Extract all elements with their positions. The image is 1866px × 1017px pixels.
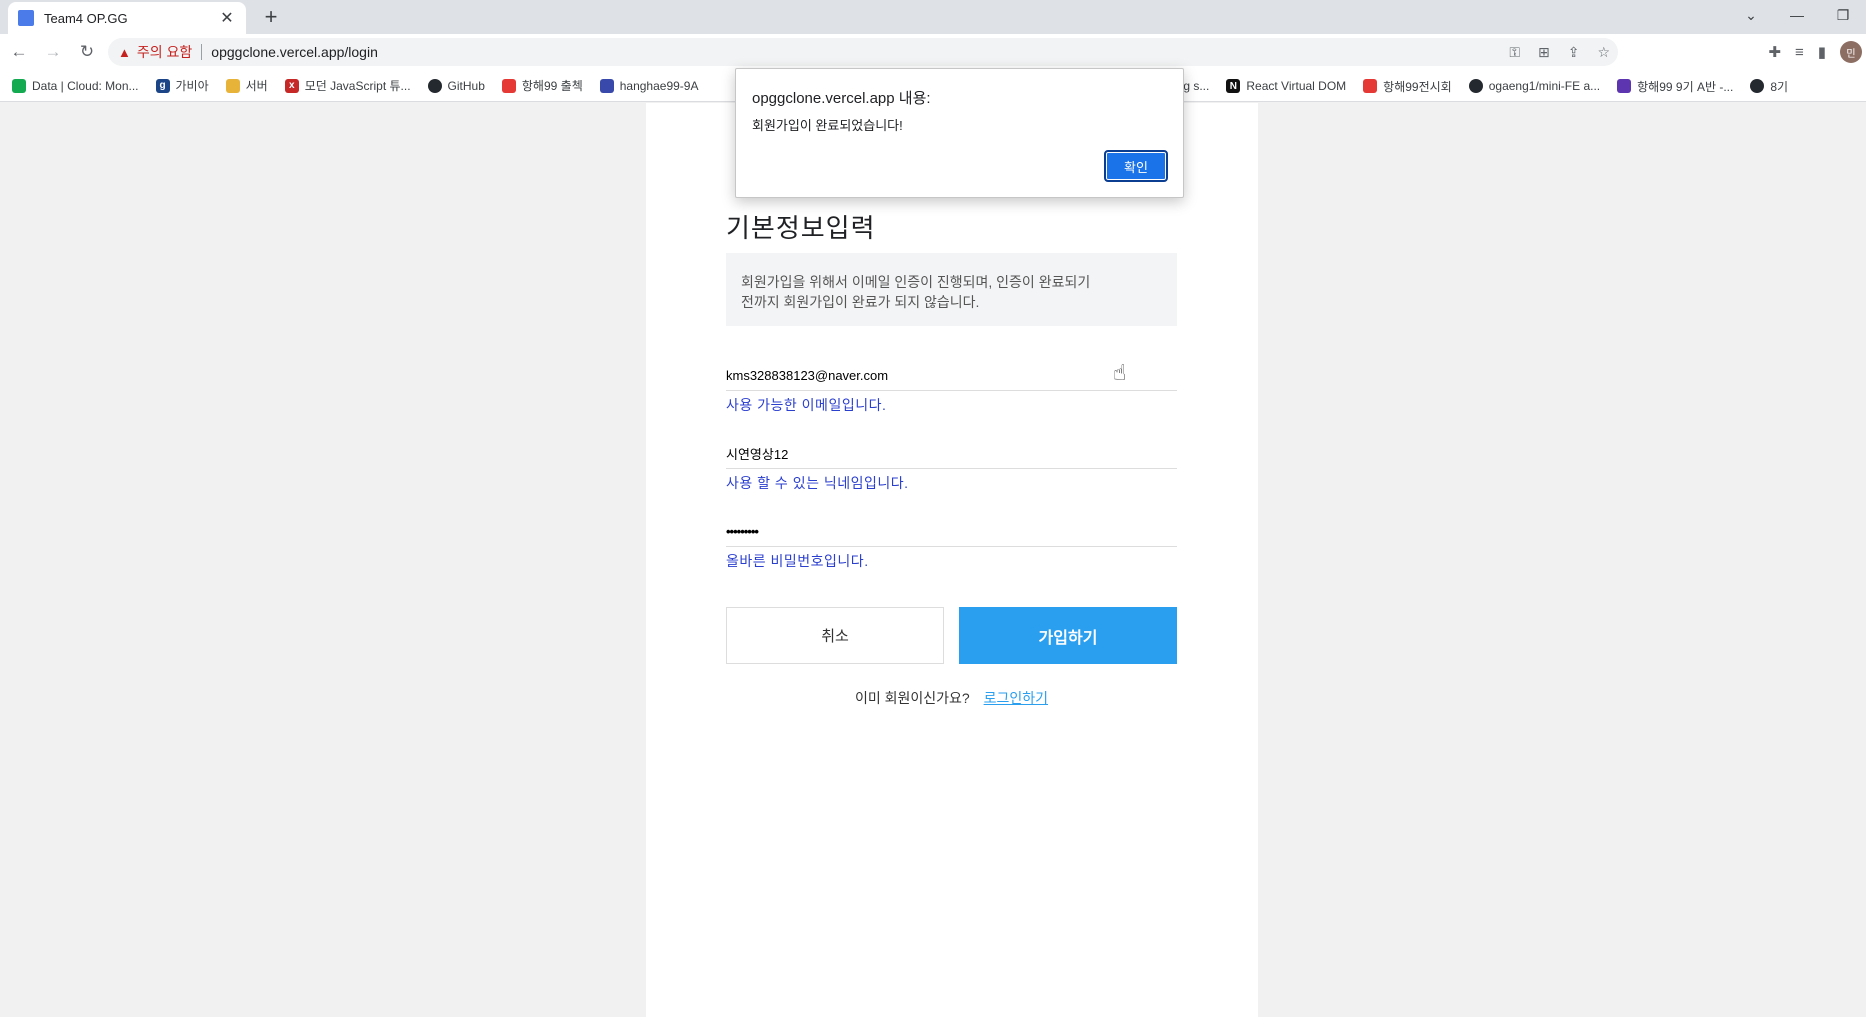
nickname-field[interactable] (726, 439, 1177, 467)
github-icon (427, 78, 442, 93)
address-divider (201, 44, 203, 60)
browser-toolbar: ← → ↻ ▲ 주의 요함 opggclone.vercel.app/login… (0, 34, 1866, 70)
tab-title: Team4 OP.GG (44, 10, 128, 26)
forward-arrow-icon[interactable]: → (38, 37, 68, 67)
page-viewport: 기본정보입력 회원가입을 위해서 이메일 인증이 진행되며, 인증이 완료되기 … (0, 103, 1866, 1017)
folder-box-icon (225, 78, 240, 93)
alert-dialog: opggclone.vercel.app 내용: 회원가입이 완료되었습니다! … (735, 68, 1184, 198)
window-controls: ⌄ — ❐ (1728, 0, 1866, 30)
mongodb-leaf-icon (12, 78, 26, 93)
bookmark-item[interactable]: ogaeng1/mini-FE a... (1468, 79, 1600, 93)
opgg-favicon-icon (18, 10, 34, 26)
login-link[interactable]: 로그인하기 (984, 690, 1048, 706)
notion-icon (599, 78, 614, 93)
reload-icon[interactable]: ↻ (72, 37, 102, 67)
password-field[interactable] (726, 517, 1177, 545)
tab-search-icon[interactable]: ⌄ (1728, 0, 1774, 30)
hanghae-icon (501, 78, 516, 93)
password-field-wrapper (726, 517, 1177, 547)
email-hint: 사용 가능한 이메일입니다. (726, 397, 887, 413)
restore-icon[interactable]: ❐ (1820, 0, 1866, 30)
page-title: 기본정보입력 (726, 213, 876, 243)
bookmark-item[interactable]: x 모던 JavaScript 튜... (284, 77, 411, 94)
minimize-icon[interactable]: — (1774, 0, 1820, 30)
side-panel-icon[interactable]: ▮ (1818, 43, 1826, 61)
url-text[interactable]: opggclone.vercel.app/login (211, 44, 378, 60)
already-member-text: 이미 회원이신가요? (854, 690, 970, 706)
new-tab-button[interactable]: + (258, 5, 284, 31)
share-icon[interactable]: ⇪ (1568, 44, 1580, 61)
bookmark-star-icon[interactable]: ☆ (1597, 44, 1610, 61)
stack-icon (1617, 79, 1632, 93)
close-tab-icon[interactable]: ✕ (218, 8, 236, 28)
security-warning[interactable]: 주의 요함 (137, 42, 192, 62)
email-field-wrapper (726, 361, 1177, 391)
bookmark-item[interactable]: GitHub (427, 78, 485, 93)
bookmark-item[interactable]: hanghae99-9A (599, 78, 698, 93)
back-arrow-icon[interactable]: ← (4, 37, 34, 67)
dialog-title: opggclone.vercel.app 내용: (752, 90, 931, 107)
bookmark-item[interactable]: g 가비아 (155, 77, 209, 94)
bookmark-item[interactable]: 항해99전시회 (1363, 78, 1452, 95)
github-icon (1750, 79, 1765, 93)
browser-tab[interactable]: Team4 OP.GG ✕ (8, 2, 246, 34)
confirm-button[interactable]: 확인 (1104, 150, 1168, 182)
bookmark-item[interactable]: 8기 (1750, 78, 1788, 95)
notion-icon: N (1226, 79, 1241, 93)
javascript-info-icon: x (284, 78, 299, 93)
notice-line: 전까지 회원가입이 완료가 되지 않습니다. (741, 294, 980, 310)
nickname-hint: 사용 할 수 있는 닉네임입니다. (726, 475, 909, 491)
bookmark-item[interactable]: N React Virtual DOM (1226, 79, 1346, 93)
warning-triangle-icon[interactable]: ▲ (118, 45, 131, 60)
github-icon (1468, 79, 1483, 93)
extensions-puzzle-icon[interactable]: ✚ (1768, 43, 1781, 61)
signup-button[interactable]: 가입하기 (959, 607, 1177, 664)
key-icon[interactable]: ⚿ (1509, 44, 1520, 61)
reading-list-icon[interactable]: ≡ (1795, 44, 1804, 61)
cancel-button[interactable]: 취소 (726, 607, 944, 664)
notice-line: 회원가입을 위해서 이메일 인증이 진행되며, 인증이 완료되기 (741, 274, 1091, 290)
translate-icon[interactable]: ⊞ (1538, 44, 1550, 61)
hanghae-icon (1363, 79, 1378, 93)
bookmark-item[interactable]: 항해99 9기 A반 -... (1617, 78, 1733, 95)
bookmark-item[interactable]: 항해99 출첵 (501, 77, 583, 94)
signup-card: 기본정보입력 회원가입을 위해서 이메일 인증이 진행되며, 인증이 완료되기 … (646, 103, 1258, 1017)
nickname-field-wrapper (726, 439, 1177, 469)
address-bar[interactable]: ▲ 주의 요함 opggclone.vercel.app/login ⚿ ⊞ ⇪… (108, 38, 1618, 66)
toolbar-actions: ✚ ≡ ▮ 민 (1768, 36, 1862, 68)
bookmark-item[interactable]: 서버 (225, 77, 268, 94)
password-hint: 올바른 비밀번호입니다. (726, 553, 869, 569)
verification-notice: 회원가입을 위해서 이메일 인증이 진행되며, 인증이 완료되기 전까지 회원가… (726, 253, 1177, 326)
dialog-message: 회원가입이 완료되었습니다! (752, 118, 903, 133)
profile-avatar[interactable]: 민 (1840, 41, 1862, 63)
email-field[interactable] (726, 361, 1177, 389)
gabia-icon: g (155, 78, 170, 93)
bookmark-item[interactable]: Data | Cloud: Mon... (12, 78, 139, 93)
address-bar-actions: ⚿ ⊞ ⇪ ☆ (1509, 38, 1610, 66)
bookmarks-right-group: ing s... N React Virtual DOM 항해99전시회 ogae… (1174, 70, 1806, 101)
tab-strip: Team4 OP.GG ✕ + ⌄ — ❐ (0, 0, 1866, 34)
hand-pointer-icon: ☝ (1113, 360, 1127, 385)
login-prompt: 이미 회원이신가요? 로그인하기 (726, 688, 1177, 708)
